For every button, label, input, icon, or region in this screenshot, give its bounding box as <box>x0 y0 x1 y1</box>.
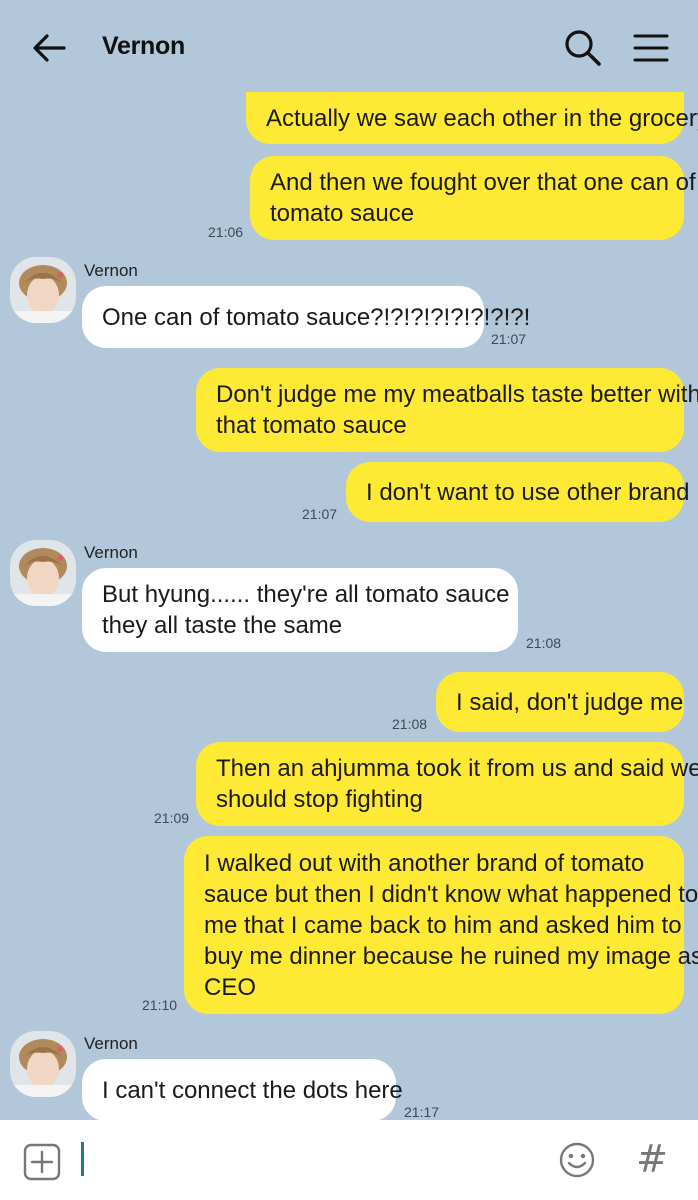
message-time: 21:09 <box>154 810 190 826</box>
sender-name: Vernon <box>84 261 138 280</box>
message-input[interactable] <box>80 1140 530 1182</box>
message-time: 21:07 <box>302 506 338 522</box>
message-bubble-incoming[interactable]: But hyung...... they're all tomato sauce… <box>82 568 518 652</box>
chat-title: Vernon <box>102 32 185 60</box>
search-icon[interactable] <box>560 26 606 70</box>
hamburger-menu-icon[interactable] <box>630 28 672 68</box>
message-text: me that I came back to him and asked him… <box>204 911 682 939</box>
message-text: I don't want to use other brand <box>366 478 690 506</box>
message-time: 21:08 <box>526 635 562 651</box>
emoji-icon[interactable] <box>557 1140 597 1180</box>
message-bubble-outgoing[interactable]: Don't judge me my meatballs taste better… <box>196 368 698 452</box>
message-time: 21:08 <box>392 716 428 732</box>
arrow-left-icon[interactable] <box>28 28 68 68</box>
message-text: Actually we saw each other in the grocer… <box>266 104 698 132</box>
message-time: 21:17 <box>404 1104 440 1120</box>
message-time: 21:07 <box>491 331 527 347</box>
message-time: 21:06 <box>208 224 244 240</box>
avatar[interactable] <box>10 540 76 606</box>
message-text: sauce but then I didn't know what happen… <box>204 880 698 908</box>
message-text: should stop fighting <box>216 786 423 813</box>
message-text: Don't judge me my meatballs taste better… <box>216 381 698 408</box>
message-text: they all taste the same <box>102 612 343 639</box>
message-bubble-outgoing[interactable]: Then an ahjumma took it from us and said… <box>196 742 698 826</box>
message-text: And then we fought over that one can of <box>270 169 696 196</box>
message-bubble-outgoing[interactable]: And then we fought over that one can of … <box>250 156 696 240</box>
avatar[interactable] <box>10 257 76 323</box>
text-cursor <box>81 1142 84 1176</box>
avatar[interactable] <box>10 1031 76 1097</box>
message-text: that tomato sauce <box>216 412 407 439</box>
message-bubble-outgoing[interactable]: I said, don't judge me <box>436 672 684 732</box>
message-bubble-outgoing[interactable]: Actually we saw each other in the grocer… <box>246 92 698 144</box>
message-time: 21:10 <box>142 997 178 1013</box>
message-text: I said, don't judge me <box>456 688 684 716</box>
message-text: But hyung...... they're all tomato sauce <box>102 581 510 608</box>
sender-name: Vernon <box>84 543 138 562</box>
message-text: tomato sauce <box>270 200 415 227</box>
message-text: Then an ahjumma took it from us and said… <box>216 755 698 782</box>
message-text: buy me dinner because he ruined my image… <box>204 942 698 970</box>
chat-header: Vernon <box>0 0 698 92</box>
hashtag-icon[interactable]: # <box>632 1136 672 1182</box>
sender-name: Vernon <box>84 1034 138 1053</box>
message-text: One can of tomato sauce?!?!?!?!?!?!?!?! <box>102 303 531 331</box>
message-text: I can't connect the dots here <box>102 1076 403 1104</box>
add-attachment-icon[interactable] <box>22 1142 62 1182</box>
message-bubble-outgoing[interactable]: I don't want to use other brand <box>346 462 690 522</box>
message-bubble-incoming[interactable]: I can't connect the dots here <box>82 1059 403 1121</box>
message-text: CEO <box>204 973 257 1001</box>
message-bubble-outgoing[interactable]: I walked out with another brand of tomat… <box>184 836 698 1014</box>
message-text: I walked out with another brand of tomat… <box>204 849 645 877</box>
message-bubble-incoming[interactable]: One can of tomato sauce?!?!?!?!?!?!?!?! <box>82 286 531 348</box>
